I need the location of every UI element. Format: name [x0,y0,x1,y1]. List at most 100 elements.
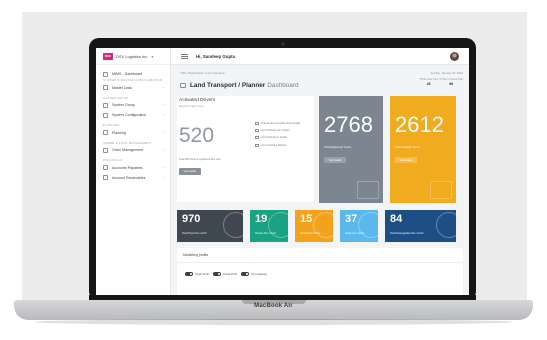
sidebar-item[interactable]: Master Data › [96,83,170,93]
mini-stat-value: 970 [182,213,201,225]
truck-icon [357,181,379,199]
chart-legend: Target Profit Actual Profit Over Highway [185,272,271,276]
legend-label: Over Highway [250,272,268,276]
company-name: DSV Logistics Inc [116,53,148,59]
view-details-button[interactable]: View details [179,168,201,175]
mini-stat-downgrades[interactable]: 84 Total Downgrades this month [385,210,456,242]
actual-profit-toggle[interactable] [212,272,221,276]
sidebar-item-label: Order Management [112,148,144,153]
stops-icon [358,212,378,238]
mini-stat-value: 15 [300,213,313,225]
sidebar-item-label: Planning [112,130,126,135]
driver-link[interactable]: List of Inactive Drivers [255,142,300,149]
driver-links: To know the complete Stop Details List o… [255,120,300,149]
dashboard-icon [180,83,186,88]
driver-description: Total 384 drivers registered this year [179,158,221,161]
mini-stat-value: 19 [255,213,268,225]
activated-drivers-card: Activated Drivers Report for last 1 hour… [177,96,314,202]
order-icon [103,147,108,153]
database-icon [103,85,108,91]
card-subtitle: Report for last 1 hour [179,105,204,108]
company-logo: DSV [103,52,113,60]
routes-icon [268,212,288,238]
divider [177,262,463,263]
stat-value: 46 [426,82,431,86]
tile-label: Total Registered Trucks [324,146,352,149]
chevron-right-icon: › [162,113,164,118]
device-brand-label: MacBook Air [254,303,293,309]
webcam [281,42,285,46]
payables-icon [103,165,108,171]
chevron-down-icon[interactable]: ▾ [151,54,153,59]
driver-link[interactable]: List of Drivers in transit [255,134,300,141]
tile-label: Total Available Trucks [395,146,420,149]
registered-trucks-tile: 2768 Total Registered Trucks View detail… [319,96,383,203]
mini-stat-value: 37 [345,213,358,225]
main-content: TMS / Dashboards / Land Transport... Sun… [171,65,469,295]
transit-icon [255,136,259,140]
sidebar-item-label: System Configuration [112,113,147,118]
chevron-right-icon: › [162,148,164,153]
mini-stat-pods[interactable]: 15 Incomplete PODs [295,210,333,242]
user-avatar[interactable] [450,52,459,61]
link-label: List of Drivers in transit [260,136,287,140]
sidebar-brand[interactable]: DSV DSV Logistics Inc ▾ [96,48,170,65]
planning-icon [103,130,108,136]
sidebar-item-label: Master Data [112,85,132,90]
card-title: Marketing profits [183,253,209,257]
dashboard-icon [103,71,108,77]
over-highway-toggle[interactable] [240,272,249,276]
sidebar-item[interactable]: Account Receivables › [96,173,170,183]
stat-transit-trips: TOTAL In Transit Trips 98 [439,78,463,86]
sidebar-section-heading: SYSTEM & MASTER CONFIGURATION [103,78,163,82]
available-trucks-tile: 2612 Total Available Trucks View details [390,96,456,203]
sidebar-item-label: MIMS - Dashboard [112,72,143,76]
mini-stat-label: Total Trips this month [182,232,207,235]
inactive-icon [255,143,259,147]
stat-label: TOTAL New Trips [419,78,438,81]
tractor-icon [255,129,259,133]
config-icon [103,112,108,118]
chevron-right-icon: › [162,103,164,108]
page-title-main: Land Transport / Planner [190,82,266,89]
downgrades-icon [436,212,456,238]
stat-new-trips: TOTAL New Trips 46 [419,78,438,86]
sidebar-item[interactable]: System Configuration › [96,110,170,120]
laptop-screen: DSV DSV Logistics Inc ▾ MIMS - Dashboard… [96,48,469,295]
sidebar-item-label: Accounts Payables [112,165,143,170]
view-details-button[interactable]: View details [395,157,417,163]
mini-stat-label: Total Downgrades this month [390,232,424,235]
target-profit-toggle[interactable] [185,272,193,276]
hamburger-menu-icon[interactable] [181,53,188,59]
current-date: Sunday, January 23, 2022 [430,71,463,75]
legend-label: Actual Profit [222,272,237,276]
breadcrumb: TMS / Dashboards / Land Transport... [180,71,227,75]
chevron-right-icon: › [162,85,164,90]
pod-icon [313,212,333,238]
view-details-button[interactable]: View details [324,157,346,163]
driver-link[interactable]: To know the complete Stop Details [255,120,300,127]
sidebar-item-label: Account Receivables [112,175,146,180]
chevron-right-icon: › [162,175,164,180]
mini-stat-routes[interactable]: 19 Routes this month [250,210,288,242]
driver-link[interactable]: List of Drivers per Tractor [255,127,300,134]
sidebar-item[interactable]: Order Management › [96,145,170,155]
trips-icon [223,212,243,238]
chevron-right-icon: › [162,165,164,170]
sidebar-menu: MIMS - Dashboard SYSTEM & MASTER CONFIGUR… [96,65,170,183]
mini-stat-stops[interactable]: 37 Stops this month [340,210,378,242]
mini-stat-total-trips[interactable]: 970 Total Trips this month [177,210,243,242]
sidebar-item[interactable]: Planning › [96,128,170,138]
chevron-right-icon: › [162,130,164,135]
page-title-sub: Dashboard [267,82,299,89]
page-title: Land Transport / Planner Dashboard [180,82,299,89]
link-label: List of Inactive Drivers [260,143,287,147]
card-title: Activated Drivers [179,98,216,103]
stat-value: 98 [449,82,454,86]
sidebar-item[interactable]: Accounts Payables › [96,163,170,173]
stop-icon [255,122,259,126]
mini-stat-value: 84 [390,213,403,225]
marketing-profits-card: Marketing profits Target Profit Actual P… [177,248,463,295]
sidebar: DSV DSV Logistics Inc ▾ MIMS - Dashboard… [96,48,171,295]
sidebar-item[interactable]: System Group › [96,100,170,110]
